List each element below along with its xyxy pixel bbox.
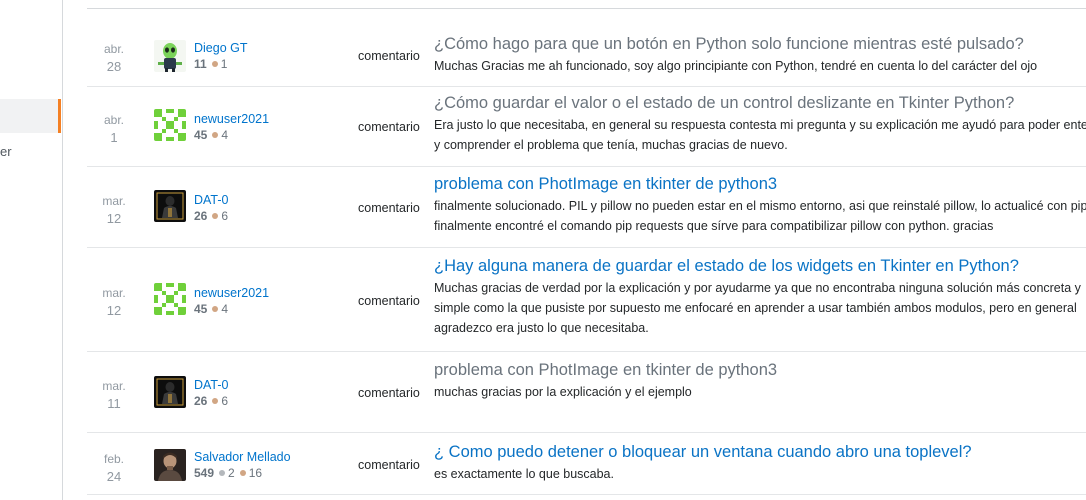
date-month: mar. [102,194,126,208]
activity-list: abr. 28 Diego GT 11 1 comentario ¿Cómo h… [87,0,1086,500]
left-sidebar: er [0,0,63,500]
question-title-link[interactable]: problema con PhotImage en tkinter de pyt… [434,173,1086,195]
user-info: DAT-0 26 6 [194,192,344,224]
reputation-score: 26 [194,209,208,223]
avatar-alien-avatar[interactable] [154,40,186,72]
activity-type: comentario [358,386,420,400]
activity-page: er abr. 28 Diego GT 11 1 comentario ¿Cóm… [0,0,1086,500]
comment-text: Muchas Gracias me ah funcionado, soy alg… [434,59,1038,73]
user-name-link[interactable]: newuser2021 [194,111,344,127]
question-title-link[interactable]: ¿ Como puedo detener o bloquear un venta… [434,441,1086,463]
activity-date: abr. 28 [87,40,141,76]
user-info: newuser2021 45 4 [194,285,344,317]
question-title-link[interactable]: ¿Cómo guardar el valor o el estado de un… [434,92,1086,114]
user-reputation: 26 6 [194,208,344,224]
activity-row: mar. 12 newuser2021 45 4 comentario ¿Hay… [87,248,1086,352]
user-info: newuser2021 45 4 [194,111,344,143]
activity-row: feb. 24 Salvador Mellado 549 2 16 comentar… [87,433,1086,495]
bronze-badge-count: 4 [221,128,229,142]
bronze-badge-icon [212,213,219,220]
bronze-badge-icon [212,398,219,405]
activity-date: mar. 12 [87,284,141,320]
comment-text: finalmente solucionado. PIL y pillow no … [434,199,1086,233]
activity-content: problema con PhotImage en tkinter de pyt… [434,359,1086,402]
bronze-badge-icon [211,61,218,68]
activity-type: comentario [358,49,420,63]
user-reputation: 45 4 [194,301,344,317]
user-info: Salvador Mellado 549 2 16 [194,449,344,481]
activity-type: comentario [358,294,420,308]
user-info: DAT-0 26 6 [194,377,344,409]
user-name-link[interactable]: Salvador Mellado [194,449,344,465]
date-month: abr. [103,113,124,127]
user-reputation: 26 6 [194,393,344,409]
activity-date: feb. 24 [87,450,141,486]
date-month: abr. [103,42,124,56]
date-month: feb. [103,452,124,466]
comment-text: Era justo lo que necesitaba, en general … [434,118,1086,152]
activity-row: abr. 1 newuser2021 45 4 comentario ¿Cómo… [87,87,1086,167]
activity-date: mar. 11 [87,377,141,413]
user-name-link[interactable]: newuser2021 [194,285,344,301]
activity-content: ¿ Como puedo detener o bloquear un venta… [434,441,1086,484]
bronze-badge-count: 16 [248,466,263,480]
user-reputation: 549 2 16 [194,465,344,481]
activity-type: comentario [358,458,420,472]
activity-date: mar. 12 [87,192,141,228]
bronze-badge-count: 6 [221,209,229,223]
activity-content: ¿Cómo hago para que un botón en Python s… [434,33,1086,76]
avatar-identicon-avatar[interactable] [154,109,186,141]
activity-content: problema con PhotImage en tkinter de pyt… [434,173,1086,236]
sidebar-item-label[interactable]: er [0,144,14,159]
date-day: 24 [106,469,122,484]
reputation-score: 45 [194,302,208,316]
comment-text: es exactamente lo que buscaba. [434,467,614,481]
activity-row: mar. 12 DAT-0 26 6 comentario problema c… [87,167,1086,248]
question-title-link[interactable]: ¿Hay alguna manera de guardar el estado … [434,255,1086,277]
avatar-photo-avatar[interactable] [154,449,186,481]
date-day: 12 [106,303,122,318]
avatar-dark-avatar[interactable] [154,376,186,408]
avatar-identicon-avatar[interactable] [154,283,186,315]
reputation-score: 26 [194,394,208,408]
user-reputation: 11 1 [194,56,344,72]
silver-badge-count: 2 [228,466,235,480]
reputation-score: 549 [194,466,215,480]
date-day: 12 [106,211,122,226]
date-month: mar. [102,286,126,300]
bronze-badge-count: 4 [221,302,229,316]
date-day: 11 [107,396,121,411]
bronze-badge-count: 1 [220,57,228,71]
activity-content: ¿Hay alguna manera de guardar el estado … [434,255,1086,338]
activity-date: abr. 1 [87,111,141,147]
bronze-badge-icon [239,470,246,477]
date-day: 28 [106,59,122,74]
activity-content: ¿Cómo guardar el valor o el estado de un… [434,92,1086,155]
date-month: mar. [102,379,126,393]
user-name-link[interactable]: Diego GT [194,40,344,56]
silver-badge-icon [219,470,226,477]
user-info: Diego GT 11 1 [194,40,344,72]
user-name-link[interactable]: DAT-0 [194,377,344,393]
user-reputation: 45 4 [194,127,344,143]
activity-type: comentario [358,201,420,215]
activity-row: abr. 28 Diego GT 11 1 comentario ¿Cómo h… [87,30,1086,87]
bronze-badge-count: 6 [221,394,229,408]
reputation-score: 11 [194,57,207,71]
date-day: 1 [110,130,118,145]
bronze-badge-icon [212,132,219,139]
activity-row: mar. 11 DAT-0 26 6 comentario problema c… [87,352,1086,433]
comment-text: Muchas gracias de verdad por la explicac… [434,281,1081,335]
bronze-badge-icon [212,306,219,313]
sidebar-item-active[interactable] [0,99,61,133]
question-title-link[interactable]: problema con PhotImage en tkinter de pyt… [434,359,1086,381]
question-title-link[interactable]: ¿Cómo hago para que un botón en Python s… [434,33,1086,55]
comment-text: muchas gracias por la explicación y el e… [434,385,692,399]
avatar-dark-avatar[interactable] [154,190,186,222]
reputation-score: 45 [194,128,208,142]
user-name-link[interactable]: DAT-0 [194,192,344,208]
activity-type: comentario [358,120,420,134]
